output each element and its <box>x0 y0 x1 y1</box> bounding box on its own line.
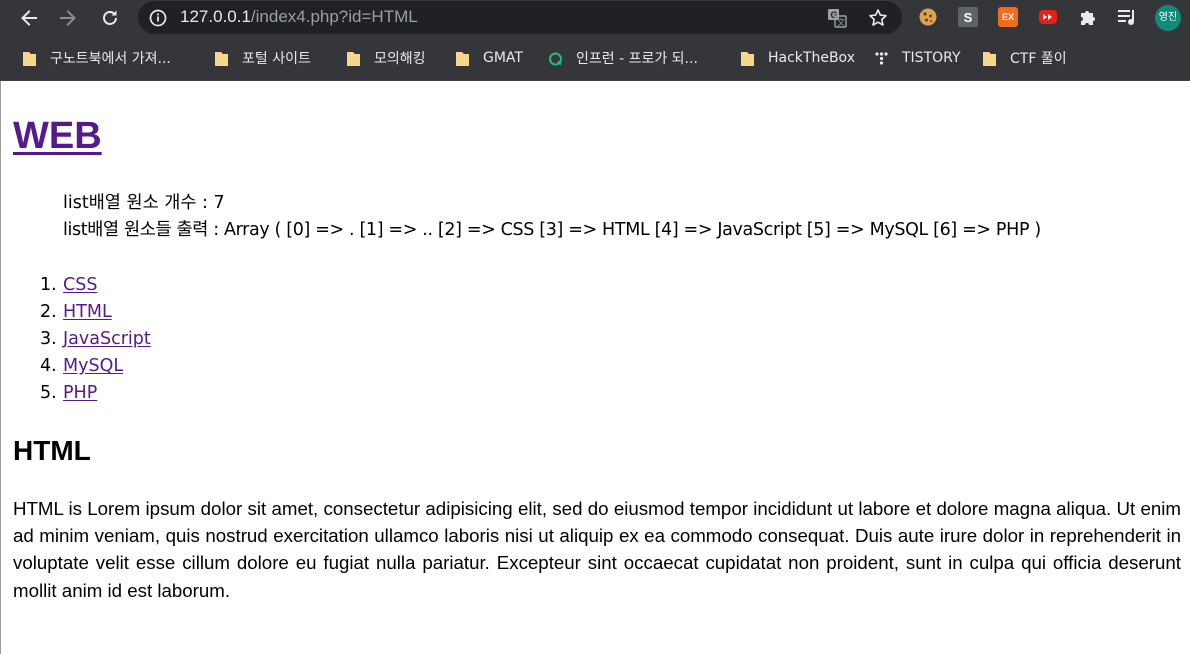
bookmark-folder-6[interactable]: CTF 풀이 <box>982 47 1067 69</box>
url-host: 127.0.0.1 <box>180 7 251 26</box>
url-text[interactable]: 127.0.0.1/index4.php?id=HTML <box>180 7 418 27</box>
translate-icon[interactable]: G 文 <box>827 8 847 28</box>
topic-description: HTML is Lorem ipsum dolor sit amet, cons… <box>13 498 1181 601</box>
bookmark-tistory[interactable]: TISTORY <box>874 47 961 69</box>
ex-extension-label: EX <box>1001 12 1014 22</box>
puzzle-extensions-icon[interactable] <box>1078 7 1098 27</box>
list-number: 4. <box>40 356 57 376</box>
bookmark-label: CTF 풀이 <box>1010 51 1067 67</box>
topic-link-html[interactable]: HTML <box>63 299 112 326</box>
list-count-text: list배열 원소 개수 : 7 <box>63 193 225 213</box>
folder-icon <box>456 51 469 66</box>
folder-icon <box>741 51 754 66</box>
back-arrow-icon <box>21 10 37 26</box>
forward-button[interactable] <box>53 3 83 33</box>
s-extension-label: S <box>963 9 973 25</box>
reload-icon <box>103 10 117 25</box>
topic-link-php[interactable]: PHP <box>63 380 97 407</box>
svg-text:文: 文 <box>837 17 845 27</box>
list-number: 2. <box>40 302 57 322</box>
url-path: /index4.php?id=HTML <box>250 7 418 26</box>
bookmark-inflearn[interactable]: 인프런 - 프로가 되... <box>548 47 698 69</box>
s-extension-icon[interactable]: S <box>958 7 978 27</box>
list-dump-text: list배열 원소들 출력 : Array ( [0] => . [1] => … <box>63 220 1041 240</box>
list-number: 3. <box>40 329 57 349</box>
back-button[interactable] <box>14 3 44 33</box>
bookmarks-bar: 구노트북에서 가져... 포털 사이트 모의해킹 GMAT 인프런 - 프로가 … <box>0 36 1190 80</box>
topic-title: HTML <box>13 435 91 466</box>
cookie-icon[interactable] <box>918 7 938 27</box>
bookmark-folder-5[interactable]: HackTheBox <box>740 47 855 69</box>
bookmark-folder-1[interactable]: 구노트북에서 가져... <box>22 47 171 69</box>
topic-link-mysql[interactable]: MySQL <box>63 353 123 380</box>
topic-link-css[interactable]: CSS <box>63 272 97 299</box>
inflearn-icon <box>549 52 562 65</box>
tistory-icon <box>875 51 888 65</box>
folder-icon <box>983 51 996 66</box>
folder-icon <box>215 51 228 66</box>
video-extension-icon[interactable] <box>1038 7 1058 27</box>
browser-toolbar: 127.0.0.1/index4.php?id=HTML G 文 S EX 영진 <box>0 0 1190 36</box>
reading-list-icon[interactable] <box>1117 7 1137 27</box>
reload-button[interactable] <box>95 3 125 33</box>
profile-label: 영진 <box>1158 12 1178 23</box>
bookmark-folder-2[interactable]: 포털 사이트 <box>214 47 311 69</box>
bookmark-label: HackTheBox <box>768 50 855 66</box>
bookmark-label: 구노트북에서 가져... <box>50 51 171 67</box>
site-info-icon[interactable] <box>149 9 167 27</box>
topic-link-javascript[interactable]: JavaScript <box>63 326 151 353</box>
ex-extension-icon[interactable]: EX <box>998 7 1018 27</box>
list-number: 1. <box>40 275 57 295</box>
bookmark-folder-4[interactable]: GMAT <box>455 47 523 69</box>
list-number: 5. <box>40 383 57 403</box>
bookmark-label: 모의해킹 <box>374 51 426 67</box>
forward-arrow-icon <box>60 10 76 26</box>
bookmark-star-icon[interactable] <box>868 8 888 28</box>
web-home-link[interactable]: WEB <box>13 113 102 159</box>
address-bar[interactable]: 127.0.0.1/index4.php?id=HTML G 文 <box>138 1 902 34</box>
bookmark-folder-3[interactable]: 모의해킹 <box>346 47 426 69</box>
bookmark-label: TISTORY <box>902 50 961 66</box>
folder-icon <box>347 51 360 66</box>
bookmark-label: 포털 사이트 <box>242 51 311 67</box>
bookmark-label: GMAT <box>483 50 523 66</box>
profile-avatar[interactable]: 영진 <box>1155 5 1181 31</box>
folder-icon <box>23 51 36 66</box>
page-content: WEB list배열 원소 개수 : 7 list배열 원소들 출력 : Arr… <box>0 81 1190 654</box>
bookmark-label: 인프런 - 프로가 되... <box>576 51 698 67</box>
